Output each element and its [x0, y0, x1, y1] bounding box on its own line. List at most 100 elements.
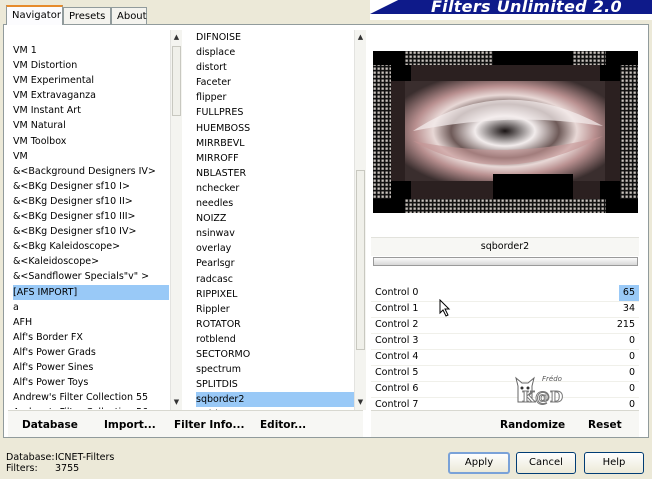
tab-about[interactable]: About: [111, 7, 147, 24]
scroll-up-icon[interactable]: ▲: [171, 32, 182, 43]
control-row[interactable]: Control 3 0: [371, 333, 639, 350]
scroll-thumb[interactable]: [356, 170, 365, 350]
control-label: Control 1: [375, 303, 419, 314]
control-row[interactable]: Control 1 34: [371, 301, 639, 318]
category-list-item[interactable]: VM Experimental: [13, 73, 169, 88]
category-list-item[interactable]: Andrew's Filter Collection 55: [13, 390, 169, 405]
database-link[interactable]: Database: [22, 419, 78, 431]
filter-list-item[interactable]: spectrum: [196, 362, 354, 377]
control-value[interactable]: 0: [629, 349, 635, 365]
reset-link[interactable]: Reset: [588, 419, 622, 431]
database-status-value: ICNET-Filters: [55, 452, 115, 463]
scroll-down-icon[interactable]: ▼: [355, 397, 366, 408]
control-value[interactable]: 0: [629, 365, 635, 381]
category-list-item[interactable]: VM Toolbox: [13, 134, 169, 149]
category-list-item[interactable]: VM Extravaganza: [13, 88, 169, 103]
filter-list-item[interactable]: DIFNOISE: [196, 30, 354, 45]
category-list-item[interactable]: &<BKg Designer sf10 I>: [13, 179, 169, 194]
filter-list-item[interactable]: Rippler: [196, 302, 354, 317]
filter-list-item[interactable]: Faceter: [196, 75, 354, 90]
filter-list-item[interactable]: nchecker: [196, 181, 354, 196]
category-list-item[interactable]: &<Kaleidoscope>: [13, 254, 169, 269]
category-list-item[interactable]: Alf's Border FX: [13, 330, 169, 345]
filter-info-link[interactable]: Filter Info...: [174, 419, 244, 431]
control-value[interactable]: 215: [617, 317, 635, 333]
control-row[interactable]: Control 4 0: [371, 349, 639, 366]
import-link[interactable]: Import...: [104, 419, 156, 431]
randomize-bar: Randomize Reset: [371, 410, 639, 437]
category-list-item[interactable]: &<Background Designers IV>: [13, 164, 169, 179]
filter-name: sqborder2: [371, 237, 639, 256]
category-list[interactable]: VM 1 VM Distortion VM Experimental VM Extra…: [13, 43, 169, 409]
tab-presets[interactable]: Presets: [63, 7, 111, 24]
filters-count-label: Filters:: [6, 463, 38, 474]
filter-scrollbar[interactable]: ▲ ▼: [354, 30, 366, 410]
category-scrollbar[interactable]: ▲ ▼: [170, 30, 182, 410]
category-list-item[interactable]: VM: [13, 149, 169, 164]
category-list-item[interactable]: Alf's Power Toys: [13, 375, 169, 390]
randomize-link[interactable]: Randomize: [500, 419, 565, 431]
filters-count-value: 3755: [55, 463, 80, 474]
filter-list-item[interactable]: RIPPIXEL: [196, 287, 354, 302]
category-list-item[interactable]: Alf's Power Sines: [13, 360, 169, 375]
filter-list-item[interactable]: flipper: [196, 90, 354, 105]
filter-list-item[interactable]: SECTORMO: [196, 347, 354, 362]
scroll-thumb[interactable]: [172, 46, 181, 116]
filter-list-item[interactable]: MIRROFF: [196, 151, 354, 166]
filter-list-item[interactable]: NBLASTER: [196, 166, 354, 181]
scroll-down-icon[interactable]: ▼: [171, 397, 182, 408]
filter-list[interactable]: DIFNOISE displace distort Faceter flipper FUL…: [196, 30, 354, 410]
control-row[interactable]: Control 6 0: [371, 381, 639, 398]
control-row[interactable]: Control 2 215: [371, 317, 639, 334]
control-value[interactable]: 0: [629, 333, 635, 349]
category-list-item[interactable]: &<BKg Designer sf10 II>: [13, 194, 169, 209]
category-list-item[interactable]: [AFS IMPORT]: [13, 284, 169, 300]
category-list-item[interactable]: VM Natural: [13, 118, 169, 133]
apply-button[interactable]: Apply: [448, 452, 510, 474]
mouse-cursor-icon: [439, 299, 451, 317]
title-banner: Filters Unlimited 2.0: [370, 0, 652, 20]
preview-image: [373, 51, 638, 213]
category-list-item[interactable]: VM Instant Art: [13, 103, 169, 118]
category-list-item[interactable]: &<BKg Designer sf10 IV>: [13, 224, 169, 239]
filter-list-item[interactable]: distort: [196, 60, 354, 75]
tab-navigator[interactable]: Navigator: [6, 5, 63, 25]
control-value[interactable]: 65: [618, 285, 639, 301]
filter-list-item[interactable]: displace: [196, 45, 354, 60]
category-list-item[interactable]: Andrew's Filter Collection 56: [13, 405, 169, 409]
filter-progress-bar: [373, 257, 638, 266]
filter-list-item[interactable]: Pearlsgr: [196, 256, 354, 271]
editor-link[interactable]: Editor...: [260, 419, 306, 431]
control-value[interactable]: 0: [629, 381, 635, 397]
category-list-item[interactable]: AFH: [13, 315, 169, 330]
category-list-item[interactable]: &<BKg Designer sf10 III>: [13, 209, 169, 224]
filter-list-item[interactable]: SPLITDIS: [196, 377, 354, 392]
category-list-item[interactable]: &<Bkg Kaleidoscope>: [13, 239, 169, 254]
watermark-text: K@D: [521, 388, 564, 407]
scroll-up-icon[interactable]: ▲: [355, 32, 366, 43]
filter-list-item[interactable]: NOIZZ: [196, 211, 354, 226]
control-value[interactable]: 34: [623, 301, 635, 317]
database-status-label: Database:: [6, 452, 55, 463]
category-list-item[interactable]: a: [13, 300, 169, 315]
filter-list-item[interactable]: ROTATOR: [196, 317, 354, 332]
control-row[interactable]: Control 0 65: [371, 285, 639, 302]
category-list-item[interactable]: VM Distortion: [13, 58, 169, 73]
filter-list-item[interactable]: rotblend: [196, 332, 354, 347]
category-list-item[interactable]: VM 1: [13, 43, 169, 58]
filter-list-item[interactable]: overlay: [196, 241, 354, 256]
help-button[interactable]: Help: [584, 452, 644, 474]
cancel-button[interactable]: Cancel: [516, 452, 576, 474]
filter-list-item[interactable]: MIRRBEVL: [196, 136, 354, 151]
category-list-item[interactable]: Alf's Power Grads: [13, 345, 169, 360]
control-label: Control 4: [375, 351, 419, 362]
filter-list-item[interactable]: radcasc: [196, 272, 354, 287]
bottom-link-bar: Database Import... Filter Info... Editor…: [8, 410, 363, 437]
filter-list-item[interactable]: FULLPRES: [196, 105, 354, 120]
control-row[interactable]: Control 5 0: [371, 365, 639, 382]
category-list-item[interactable]: &<Sandflower Specials"v" >: [13, 269, 169, 284]
filter-list-item[interactable]: needles: [196, 196, 354, 211]
filter-list-item[interactable]: HUEMBOSS: [196, 121, 354, 136]
filter-list-item[interactable]: nsinwav: [196, 226, 354, 241]
filter-list-item[interactable]: sqborder2: [196, 392, 354, 408]
